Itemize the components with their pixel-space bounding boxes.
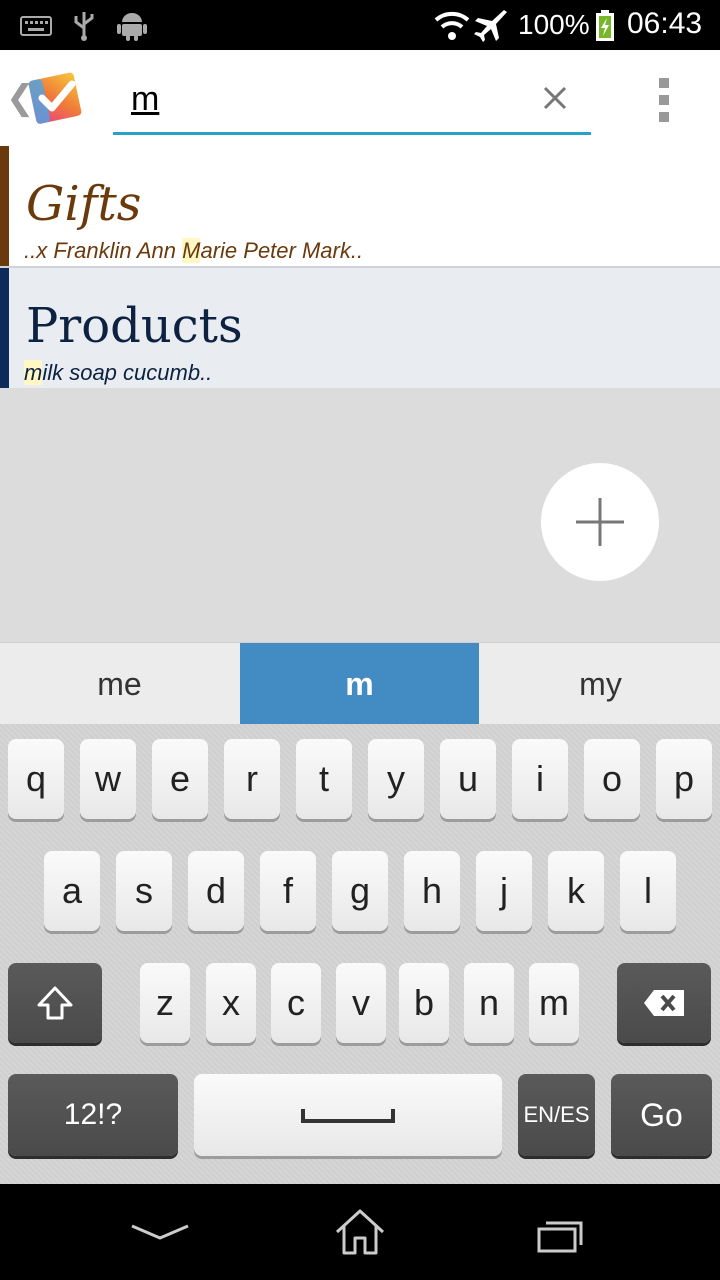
list-color-stripe	[0, 268, 9, 388]
hide-keyboard-icon[interactable]	[128, 1218, 192, 1246]
key-o[interactable]: o	[584, 739, 640, 819]
key-g[interactable]: g	[332, 851, 388, 931]
key-i[interactable]: i	[512, 739, 568, 819]
android-icon	[117, 13, 147, 41]
battery-percentage: 100%	[518, 9, 590, 40]
clear-icon[interactable]	[535, 78, 575, 118]
key-p[interactable]: p	[656, 739, 712, 819]
go-key[interactable]: Go	[611, 1074, 712, 1156]
symbols-key[interactable]: 12!?	[8, 1074, 178, 1156]
key-h[interactable]: h	[404, 851, 460, 931]
list-title: Gifts	[26, 176, 142, 232]
key-b[interactable]: b	[399, 963, 449, 1043]
list-title: Products	[26, 298, 243, 354]
key-e[interactable]: e	[152, 739, 208, 819]
search-match: m	[24, 360, 43, 385]
airplane-mode-icon	[474, 10, 507, 42]
suggestion-bar: me m my	[0, 642, 720, 725]
plus-icon	[576, 498, 624, 546]
list-color-stripe	[0, 146, 9, 266]
overflow-menu-icon[interactable]	[648, 76, 680, 124]
key-m[interactable]: m	[529, 963, 579, 1043]
language-key[interactable]: EN/ES	[518, 1074, 595, 1156]
add-list-button[interactable]	[541, 463, 659, 581]
key-w[interactable]: w	[80, 739, 136, 819]
list-preview: milk soap cucumb..	[24, 360, 212, 386]
key-x[interactable]: x	[206, 963, 256, 1043]
search-match: M	[182, 238, 201, 263]
list-preview-after: ilk soap cucumb..	[42, 360, 213, 385]
key-a[interactable]: a	[44, 851, 100, 931]
action-bar: ❮	[0, 50, 720, 146]
key-y[interactable]: y	[368, 739, 424, 819]
soft-keyboard: q w e r t y u i o p a s d f g h j k l z …	[0, 724, 720, 1184]
suggestion-my[interactable]: my	[481, 643, 720, 725]
status-bar: 100% 06:43	[0, 0, 720, 50]
list-preview-before: ..x Franklin Ann	[24, 238, 183, 263]
backspace-key[interactable]	[617, 963, 711, 1043]
key-k[interactable]: k	[548, 851, 604, 931]
key-q[interactable]: q	[8, 739, 64, 819]
key-n[interactable]: n	[464, 963, 514, 1043]
key-d[interactable]: d	[188, 851, 244, 931]
suggestion-m[interactable]: m	[240, 643, 479, 725]
clock: 06:43	[627, 7, 703, 40]
key-r[interactable]: r	[224, 739, 280, 819]
key-z[interactable]: z	[140, 963, 190, 1043]
shift-key[interactable]	[8, 963, 102, 1043]
key-v[interactable]: v	[336, 963, 386, 1043]
list-preview: ..x Franklin Ann Marie Peter Mark..	[24, 238, 363, 264]
space-key[interactable]	[194, 1074, 502, 1156]
key-l[interactable]: l	[620, 851, 676, 931]
key-j[interactable]: j	[476, 851, 532, 931]
keyboard-icon	[20, 16, 52, 36]
key-c[interactable]: c	[271, 963, 321, 1043]
search-field	[113, 68, 591, 135]
navigation-bar	[0, 1184, 720, 1280]
suggestion-me[interactable]: me	[0, 643, 239, 725]
list-item-gifts[interactable]: Gifts ..x Franklin Ann Marie Peter Mark.…	[0, 146, 720, 268]
app-logo-icon[interactable]	[26, 70, 86, 126]
key-s[interactable]: s	[116, 851, 172, 931]
search-input[interactable]	[131, 74, 521, 124]
space-icon	[301, 1109, 395, 1123]
battery-charging-icon	[596, 10, 614, 41]
key-f[interactable]: f	[260, 851, 316, 931]
recents-icon[interactable]	[536, 1218, 584, 1254]
home-icon[interactable]	[334, 1208, 386, 1256]
key-u[interactable]: u	[440, 739, 496, 819]
list-preview-after: arie Peter Mark..	[200, 238, 364, 263]
key-t[interactable]: t	[296, 739, 352, 819]
backspace-icon	[644, 990, 684, 1016]
shift-icon	[37, 986, 73, 1020]
usb-icon	[74, 12, 94, 41]
list-item-products[interactable]: Products milk soap cucumb..	[0, 268, 720, 388]
wifi-icon	[434, 11, 470, 40]
